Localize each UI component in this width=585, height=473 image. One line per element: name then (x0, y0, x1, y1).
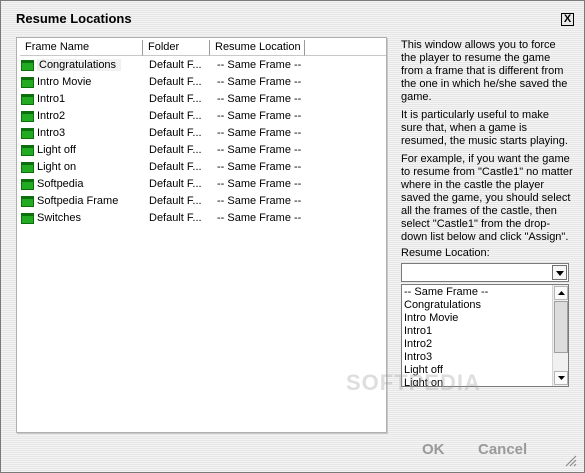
frame-icon (21, 128, 34, 139)
frame-name-cell: Light on (20, 159, 140, 176)
list-row-intro1[interactable]: Intro1 Default F... -- Same Frame -- (20, 91, 386, 108)
dropdown-scrollbar[interactable] (552, 285, 568, 386)
folder-cell: Default F... (149, 76, 202, 88)
list-row-light-off[interactable]: Light off Default F... -- Same Frame -- (20, 142, 386, 159)
list-row-congratulations[interactable]: Congratulations Default F... -- Same Fra… (20, 57, 386, 74)
folder-cell: Default F... (149, 195, 202, 207)
frame-name: Softpedia Frame (37, 195, 119, 207)
frame-icon (21, 77, 34, 88)
resume-location-cell: -- Same Frame -- (217, 212, 302, 224)
column-header-filler (305, 40, 386, 56)
folder-cell: Default F... (149, 212, 202, 224)
title-bar: Resume Locations X (1, 1, 584, 34)
frame-icon (21, 94, 34, 105)
dropdown-option[interactable]: Intro Movie (404, 312, 458, 325)
resume-location-cell: -- Same Frame -- (217, 59, 302, 71)
resume-locations-window: Resume Locations X Frame Name Folder Res… (0, 0, 585, 473)
dropdown-option[interactable]: -- Same Frame -- (404, 286, 488, 299)
frame-icon (21, 145, 34, 156)
help-text: This window allows you to force the play… (401, 39, 573, 249)
folder-cell: Default F... (149, 110, 202, 122)
resume-location-combobox[interactable] (401, 263, 569, 282)
list-row-intro3[interactable]: Intro3 Default F... -- Same Frame -- (20, 125, 386, 142)
frame-name-cell: Softpedia (20, 176, 140, 193)
folder-cell: Default F... (149, 127, 202, 139)
list-row-softpedia-frame[interactable]: Softpedia Frame Default F... -- Same Fra… (20, 193, 386, 210)
dropdown-option[interactable]: Congratulations (404, 299, 481, 312)
frame-icon (21, 162, 34, 173)
scroll-down-arrow-icon[interactable] (554, 371, 568, 385)
resume-location-cell: -- Same Frame -- (217, 93, 302, 105)
dropdown-option[interactable]: Intro2 (404, 338, 432, 351)
column-header-resume-location[interactable]: Resume Location (210, 40, 305, 56)
resume-location-label: Resume Location: (401, 247, 490, 259)
cancel-button[interactable]: Cancel (478, 441, 527, 458)
close-button[interactable]: X (561, 13, 574, 26)
folder-cell: Default F... (149, 59, 202, 71)
frame-name-cell: Switches (20, 210, 140, 227)
frame-name-cell: Intro Movie (20, 74, 140, 91)
frame-icon (21, 60, 34, 71)
column-header-folder[interactable]: Folder (143, 40, 210, 56)
frame-icon (21, 213, 34, 224)
list-row-softpedia[interactable]: Softpedia Default F... -- Same Frame -- (20, 176, 386, 193)
resume-location-cell: -- Same Frame -- (217, 127, 302, 139)
frame-list[interactable]: Frame Name Folder Resume Location Congra… (16, 37, 387, 433)
frame-name-cell: Intro2 (20, 108, 140, 125)
frame-icon (21, 196, 34, 207)
frame-name: Intro1 (37, 93, 66, 105)
frame-name-cell: Light off (20, 142, 140, 159)
dropdown-option[interactable]: Intro3 (404, 351, 432, 364)
softpedia-watermark: SOFTPEDIA (346, 370, 481, 395)
resume-location-cell: -- Same Frame -- (217, 161, 302, 173)
list-row-intro2[interactable]: Intro2 Default F... -- Same Frame -- (20, 108, 386, 125)
help-paragraph-2: It is particularly useful to make sure t… (401, 109, 568, 147)
frame-icon (21, 111, 34, 122)
folder-cell: Default F... (149, 161, 202, 173)
resume-location-cell: -- Same Frame -- (217, 144, 302, 156)
frame-name: Intro2 (37, 110, 66, 122)
list-row-intro-movie[interactable]: Intro Movie Default F... -- Same Frame -… (20, 74, 386, 91)
frame-name: Intro3 (37, 127, 66, 139)
frame-name-cell: Intro3 (20, 125, 140, 142)
frame-name: Light off (37, 144, 76, 156)
resume-location-cell: -- Same Frame -- (217, 178, 302, 190)
dropdown-option[interactable]: Intro1 (404, 325, 432, 338)
scrollbar-thumb[interactable] (554, 301, 568, 353)
folder-cell: Default F... (149, 93, 202, 105)
folder-cell: Default F... (149, 178, 202, 190)
frame-icon (21, 179, 34, 190)
frame-name: Congratulations (37, 59, 122, 71)
frame-name: Intro Movie (37, 76, 92, 88)
list-header: Frame Name Folder Resume Location (20, 40, 386, 56)
resume-location-cell: -- Same Frame -- (217, 76, 302, 88)
resume-location-cell: -- Same Frame -- (217, 195, 302, 207)
folder-cell: Default F... (149, 144, 202, 156)
help-paragraph-3: For example, if you want the game to res… (401, 153, 573, 243)
ok-button[interactable]: OK (422, 441, 445, 458)
list-row-switches[interactable]: Switches Default F... -- Same Frame -- (20, 210, 386, 227)
scroll-up-arrow-icon[interactable] (554, 286, 568, 300)
frame-name-cell: Congratulations (20, 57, 140, 74)
frame-name-cell: Intro1 (20, 91, 140, 108)
chevron-down-icon[interactable] (552, 265, 567, 280)
list-row-light-on[interactable]: Light on Default F... -- Same Frame -- (20, 159, 386, 176)
resize-grip-icon[interactable] (563, 453, 577, 467)
resume-location-cell: -- Same Frame -- (217, 110, 302, 122)
help-paragraph-1: This window allows you to force the play… (401, 39, 568, 103)
window-title: Resume Locations (16, 11, 132, 26)
frame-name: Light on (37, 161, 77, 173)
column-header-frame-name[interactable]: Frame Name (20, 40, 143, 56)
frame-name: Switches (37, 212, 82, 224)
frame-name: Softpedia (37, 178, 84, 190)
frame-name-cell: Softpedia Frame (20, 193, 140, 210)
